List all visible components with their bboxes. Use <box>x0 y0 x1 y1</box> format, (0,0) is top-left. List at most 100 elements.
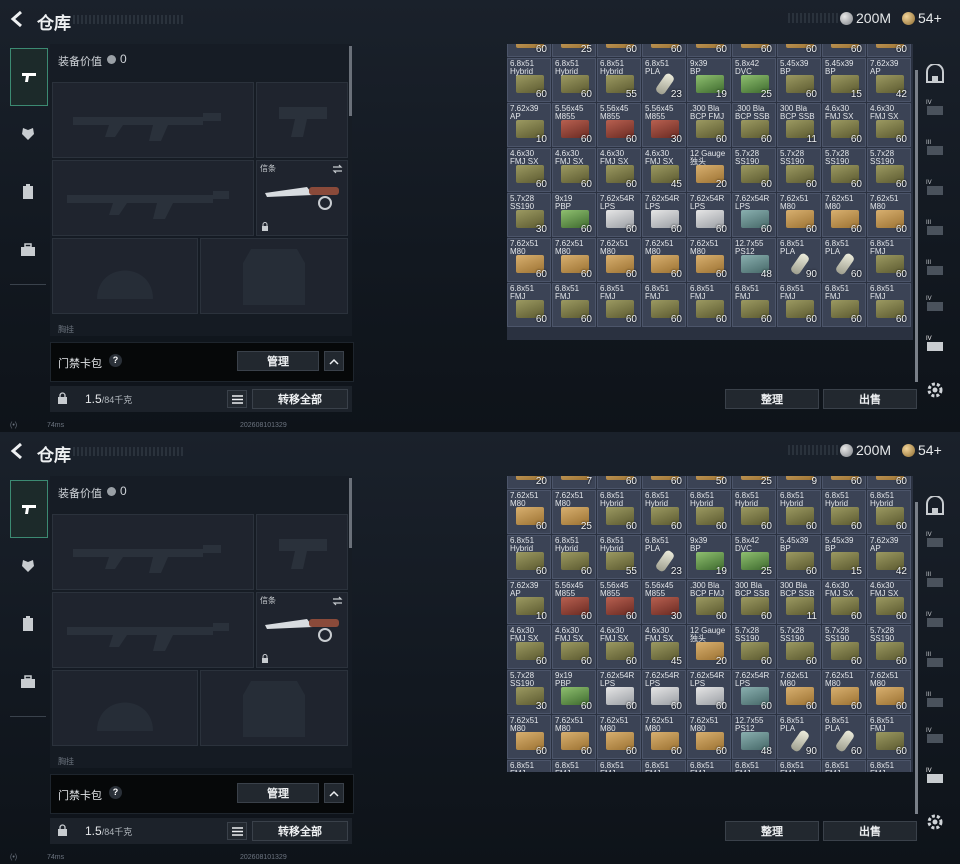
inventory-item[interactable]: 7.62x51 M80 60 <box>822 670 866 714</box>
inventory-scrollbar[interactable] <box>915 70 918 382</box>
inventory-item[interactable]: 6.8x51 PLA 90 <box>777 715 821 759</box>
inventory-item[interactable]: 4.6x30 FMJ SX 60 <box>552 148 596 192</box>
inventory-item[interactable]: 6.8x51FMJ60 <box>597 283 641 327</box>
inventory-item[interactable]: 6.8x51FMJ60 <box>777 283 821 327</box>
sell-button[interactable]: 出售 <box>823 821 917 841</box>
inventory-item[interactable]: 7.62x54R LPS 60 <box>687 670 731 714</box>
inventory-item[interactable]: 6.8x51 Hybrid 60 <box>642 490 686 534</box>
equipment-scrollbar[interactable] <box>349 46 352 116</box>
gear-icon[interactable] <box>925 380 945 400</box>
inventory-item[interactable]: 4.6x30 FMJ SX 60 <box>867 580 911 624</box>
inventory-item[interactable]: 60 <box>597 476 641 489</box>
inventory-item[interactable]: 5.7x28 SS190 60 <box>822 625 866 669</box>
inventory-item[interactable]: 9x19 PBP 60 <box>552 670 596 714</box>
inventory-item[interactable]: 6.8x51FMJ60 <box>867 760 911 772</box>
inventory-item[interactable]: 9 <box>777 476 821 489</box>
inventory-item[interactable]: 60 <box>732 44 776 57</box>
inventory-item[interactable]: 300 Bla BCP SSB 11 <box>777 580 821 624</box>
inventory-item[interactable]: 5.45x39 BP 15 <box>822 58 866 102</box>
inventory-item[interactable]: 4.6x30 FMJ SX 60 <box>822 580 866 624</box>
inventory-item[interactable]: 6.8x51FMJ60 <box>822 760 866 772</box>
inventory-item[interactable]: 6.8x51FMJ60 <box>777 760 821 772</box>
list-view-button[interactable] <box>227 822 247 840</box>
inventory-item[interactable]: 7.62x39 AP 10 <box>507 103 551 147</box>
inventory-item[interactable]: 6.8x51 Hybrid 60 <box>552 58 596 102</box>
gear-icon[interactable] <box>925 812 945 832</box>
primary-weapon-slot-2[interactable] <box>52 160 254 236</box>
inventory-item[interactable]: 7.62x39 AP 42 <box>867 535 911 579</box>
inventory-item[interactable]: 60 <box>822 476 866 489</box>
melee-slot[interactable]: 信条 <box>256 160 348 236</box>
inventory-item[interactable]: 300 Bla BCP SSB 60 <box>732 580 776 624</box>
inventory-item[interactable]: 6.8x51 PLA 23 <box>642 535 686 579</box>
inventory-item[interactable]: 6.8x51 PLA 60 <box>822 238 866 282</box>
inventory-item[interactable]: 5.8x42 DVC 25 <box>732 535 776 579</box>
inventory-item[interactable]: 5.56x45 M855 60 <box>597 580 641 624</box>
container-tab-3[interactable]: IV <box>922 174 948 200</box>
inventory-item[interactable]: 5.7x28 SS190 60 <box>867 625 911 669</box>
equipment-scrollbar[interactable] <box>349 478 352 548</box>
inventory-item[interactable]: 4.6x30 FMJ SX 60 <box>507 148 551 192</box>
inventory-item[interactable]: 6.8x51FMJ60 <box>642 760 686 772</box>
tab-consumables[interactable] <box>10 164 46 220</box>
container-tab-3[interactable]: IV <box>922 606 948 632</box>
inventory-item[interactable]: 4.6x30 FMJ SX 60 <box>597 625 641 669</box>
inventory-item[interactable]: 6.8x51FMJ60 <box>867 283 911 327</box>
lock-icon[interactable] <box>57 824 68 836</box>
lock-icon[interactable] <box>57 392 68 404</box>
inventory-item[interactable]: 6.8x51 Hybrid 60 <box>507 535 551 579</box>
container-tab-5[interactable]: III <box>922 686 948 712</box>
inventory-item[interactable]: 5.7x28 SS190 60 <box>822 148 866 192</box>
container-tab-1[interactable]: IV <box>922 526 948 552</box>
inventory-item[interactable]: 4.6x30 FMJ SX 60 <box>507 625 551 669</box>
inventory-item[interactable]: 4.6x30 FMJ SX 60 <box>552 625 596 669</box>
inventory-item[interactable]: 7.62x51 M80 60 <box>777 670 821 714</box>
inventory-item[interactable]: 7.62x51 M80 60 <box>642 715 686 759</box>
inventory-item[interactable]: 6.8x51FMJ60 <box>732 760 776 772</box>
inventory-item[interactable]: 6.8x51 PLA 90 <box>777 238 821 282</box>
inventory-item[interactable]: 6.8x51 Hybrid 60 <box>732 490 776 534</box>
container-tab-2[interactable]: III <box>922 566 948 592</box>
inventory-item[interactable]: 5.7x28 SS190 60 <box>777 625 821 669</box>
inventory-item[interactable]: 6.8x51FMJ60 <box>507 760 551 772</box>
inventory-item[interactable]: 6.8x51FMJ60 <box>507 283 551 327</box>
sell-button[interactable]: 出售 <box>823 389 917 409</box>
collapse-button[interactable] <box>324 783 344 803</box>
secondary-weapon-slot[interactable] <box>256 82 348 158</box>
inventory-item[interactable]: 6.8x51 Hybrid 60 <box>687 490 731 534</box>
inventory-item[interactable]: 7.62x51 M80 60 <box>687 715 731 759</box>
container-tab-5[interactable]: III <box>922 254 948 280</box>
inventory-item[interactable]: 6.8x51FMJ60 <box>552 760 596 772</box>
inventory-item[interactable]: 9x39 BP 19 <box>687 58 731 102</box>
inventory-item[interactable]: 4.6x30 FMJ SX 60 <box>867 103 911 147</box>
inventory-item[interactable]: 4.6x30 FMJ SX 60 <box>822 103 866 147</box>
tab-armor[interactable] <box>10 106 46 162</box>
inventory-item[interactable]: 60 <box>642 44 686 57</box>
inventory-item[interactable]: 6.8x51FMJ60 <box>867 715 911 759</box>
inventory-item[interactable]: 5.7x28 SS190 60 <box>732 148 776 192</box>
inventory-item[interactable]: 300 Bla BCP SSB 11 <box>777 103 821 147</box>
sort-button[interactable]: 整理 <box>725 821 819 841</box>
sort-button[interactable]: 整理 <box>725 389 819 409</box>
inventory-item[interactable]: 25 <box>732 476 776 489</box>
inventory-item[interactable]: 6.8x51FMJ60 <box>687 760 731 772</box>
back-arrow-icon[interactable] <box>8 441 28 461</box>
inventory-item[interactable]: 12.7x55 PS12 48 <box>732 238 776 282</box>
inventory-scrollbar[interactable] <box>915 502 918 814</box>
inventory-item[interactable]: .300 Bla BCP FMJ 60 <box>687 580 731 624</box>
inventory-item[interactable]: 7.62x51 M80 60 <box>597 238 641 282</box>
inventory-item[interactable]: 6.8x51FMJ60 <box>687 283 731 327</box>
inventory-item[interactable]: 5.45x39 BP 60 <box>777 535 821 579</box>
inventory-item[interactable]: 7.62x39 AP 42 <box>867 58 911 102</box>
inventory-item[interactable]: 7.62x54R LPS 60 <box>732 193 776 237</box>
inventory-item[interactable]: 25 <box>552 44 596 57</box>
inventory-item[interactable]: 7.62x51 M80 60 <box>507 238 551 282</box>
inventory-item[interactable]: 6.8x51 Hybrid 60 <box>597 490 641 534</box>
inventory-item[interactable]: 7.62x51 M80 60 <box>507 490 551 534</box>
tab-weapons[interactable] <box>10 48 48 106</box>
inventory-item[interactable]: 60 <box>867 44 911 57</box>
inventory-item[interactable]: 5.7x28 SS190 30 <box>507 670 551 714</box>
inventory-item[interactable]: 7.62x54R LPS 60 <box>687 193 731 237</box>
inventory-item[interactable]: 6.8x51 PLA 23 <box>642 58 686 102</box>
container-tab-4[interactable]: III <box>922 214 948 240</box>
